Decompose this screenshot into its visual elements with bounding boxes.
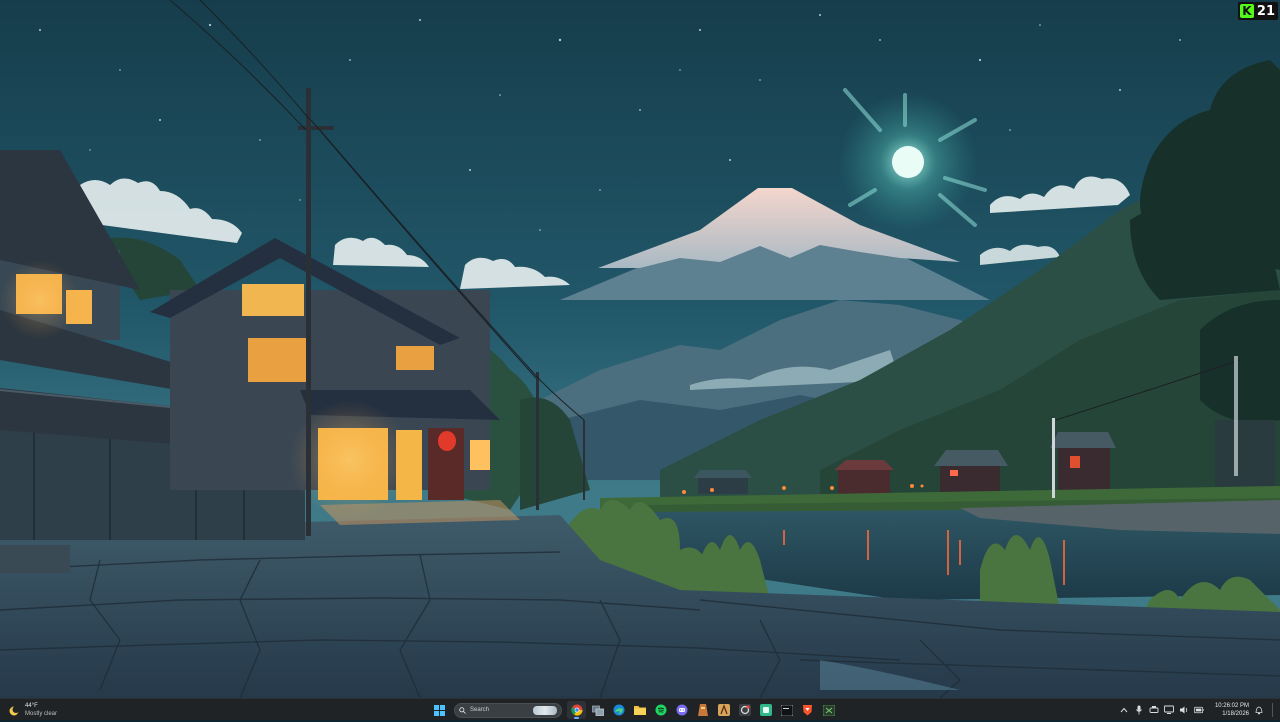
clock-time: 10:26:02 PM [1214, 703, 1249, 709]
show-hidden-icons-chevron-icon[interactable] [1119, 705, 1129, 715]
brave-icon[interactable] [798, 701, 817, 719]
taskbar-center: Search [430, 701, 838, 719]
notification-bell-icon[interactable] [1254, 705, 1264, 715]
weather-text: 44°F Mostly clear [25, 702, 57, 718]
edge-icon[interactable] [609, 701, 628, 719]
desktop: K 21 [0, 0, 1280, 698]
chrome-icon[interactable] [567, 701, 586, 719]
search-label: Search [470, 707, 490, 713]
clock-date: 1/18/2026 [1222, 711, 1249, 717]
system-tray: 10:26:02 PM 1/18/2026 [1119, 701, 1274, 719]
show-desktop-button[interactable] [1272, 703, 1274, 717]
search-icon [459, 706, 466, 714]
app-icon-5[interactable] [777, 701, 796, 719]
volume-icon[interactable] [1179, 705, 1189, 715]
kick-logo-icon: K [1239, 4, 1254, 18]
app-icon-3[interactable] [735, 701, 754, 719]
taskbar-search-box[interactable]: Search [454, 702, 562, 718]
microphone-icon[interactable] [1134, 705, 1144, 715]
wallpaper-image [0, 0, 1280, 698]
taskbar: 44°F Mostly clear Search 10:26:02 PM 1/1… [0, 698, 1280, 720]
app-icon-2[interactable] [714, 701, 733, 719]
badge-count: 21 [1256, 3, 1275, 19]
network-icon[interactable] [1164, 705, 1174, 715]
battery-icon[interactable] [1194, 705, 1204, 715]
moon-weather-icon [8, 704, 20, 716]
xbox-icon[interactable] [819, 701, 838, 719]
kick-badge[interactable]: K 21 [1237, 2, 1278, 20]
windows-logo-icon [434, 704, 445, 716]
weather-temperature: 44°F [25, 703, 38, 709]
file-explorer-icon[interactable] [630, 701, 649, 719]
weather-condition: Mostly clear [25, 711, 58, 717]
usb-drive-icon[interactable] [1149, 705, 1159, 715]
start-button[interactable] [430, 701, 449, 719]
task-view-icon[interactable] [588, 701, 607, 719]
app-icon-1[interactable] [693, 701, 712, 719]
weather-widget[interactable]: 44°F Mostly clear [8, 701, 57, 719]
discord-icon[interactable] [672, 701, 691, 719]
app-icon-4[interactable] [756, 701, 775, 719]
search-highlight-image [533, 705, 557, 715]
spotify-icon[interactable] [651, 701, 670, 719]
taskbar-clock[interactable]: 10:26:02 PM 1/18/2026 [1215, 702, 1249, 718]
